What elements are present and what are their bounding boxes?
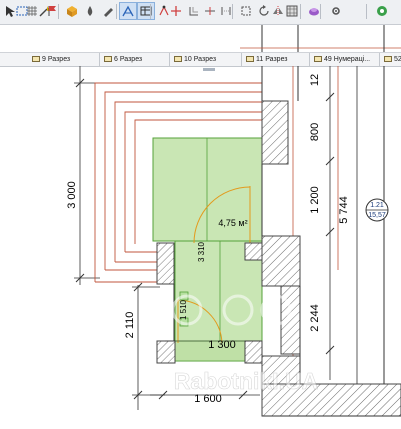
dim-1200: 1 200 bbox=[309, 186, 321, 214]
upper-drawing-fragment bbox=[240, 25, 401, 52]
dim-1300: 1 300 bbox=[208, 339, 236, 351]
dim-2244: 2 244 bbox=[309, 304, 321, 332]
dim-1510: 1 510 bbox=[179, 299, 188, 320]
room-area-label[interactable]: 4,75 м² bbox=[218, 218, 247, 228]
wall-block bbox=[261, 235, 301, 287]
wall-block bbox=[156, 242, 175, 285]
dim-3000: 3 000 bbox=[66, 181, 78, 209]
level-marker-bottom: 15,57 bbox=[368, 212, 386, 219]
dim-5744: 5 744 bbox=[338, 196, 350, 224]
dimension-lines-left bbox=[74, 66, 165, 410]
level-marker[interactable]: 1.21 15,57 bbox=[365, 198, 389, 222]
wall-block bbox=[244, 242, 263, 261]
floor-plan-drawing[interactable]: 3 000 2 110 3 310 1 510 1 300 1 600 800 … bbox=[0, 0, 401, 429]
dim-800: 800 bbox=[309, 123, 321, 141]
wall-block bbox=[156, 340, 176, 364]
drag-handle[interactable] bbox=[203, 68, 215, 71]
dim-2110: 2 110 bbox=[124, 312, 136, 339]
dim-12: 12 bbox=[309, 74, 321, 86]
level-marker-top: 1.21 bbox=[370, 202, 384, 209]
dim-1600: 1 600 bbox=[194, 393, 222, 405]
wall-block bbox=[261, 100, 289, 165]
dim-3310: 3 310 bbox=[197, 241, 206, 262]
watermark-text: RabotnikI.UA bbox=[174, 368, 318, 394]
wall-block bbox=[244, 340, 263, 364]
